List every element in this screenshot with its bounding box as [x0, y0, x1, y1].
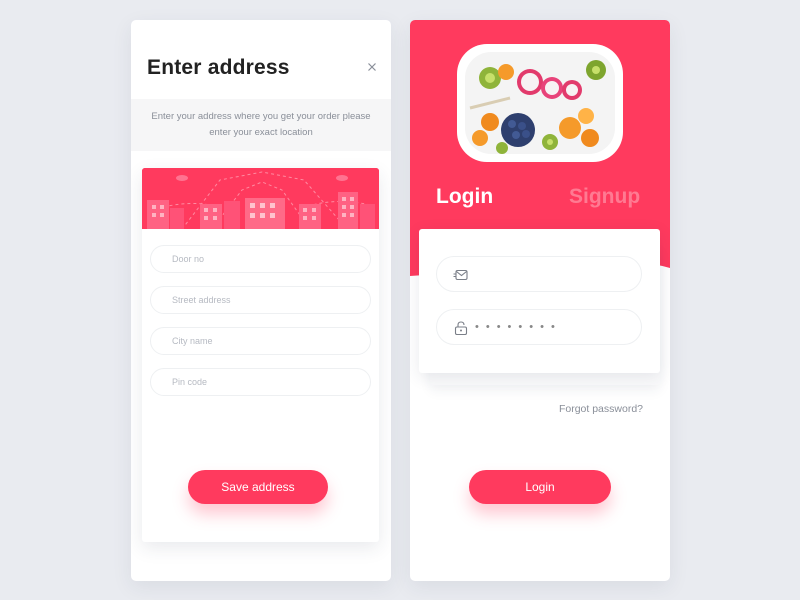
password-field[interactable]: •••••••• [436, 309, 642, 345]
lock-icon [454, 321, 468, 335]
address-description: Enter your address where you get your or… [131, 99, 391, 151]
email-input[interactable] [475, 257, 635, 291]
mail-icon [453, 269, 468, 281]
city-name-field[interactable] [150, 327, 371, 355]
login-form-panel: •••••••• [419, 229, 660, 373]
city-illustration [142, 168, 379, 229]
save-address-button[interactable]: Save address [188, 470, 328, 504]
tab-signup[interactable]: Signup [569, 185, 640, 209]
tab-login[interactable]: Login [436, 185, 493, 209]
pin-code-field[interactable] [150, 368, 371, 396]
password-masked-value[interactable]: •••••••• [475, 321, 562, 333]
login-card: Login Signup •••••••• Forgot password? L… [410, 20, 670, 581]
close-icon[interactable] [365, 60, 379, 74]
address-title: Enter address [147, 56, 290, 79]
address-card: Enter address Enter your address where y… [131, 20, 391, 581]
door-no-field[interactable] [150, 245, 371, 273]
street-address-field[interactable] [150, 286, 371, 314]
forgot-password-link[interactable]: Forgot password? [559, 403, 643, 415]
address-form-panel: Save address [142, 168, 379, 542]
address-form [150, 245, 371, 409]
login-button[interactable]: Login [469, 470, 611, 504]
email-field[interactable] [436, 256, 642, 292]
